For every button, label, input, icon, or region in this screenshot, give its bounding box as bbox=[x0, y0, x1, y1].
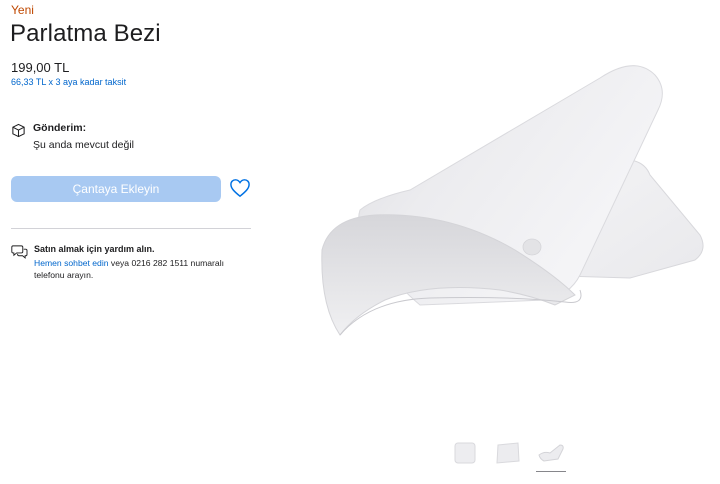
chat-bubbles-icon bbox=[11, 245, 28, 259]
product-title: Parlatma Bezi bbox=[10, 20, 161, 47]
product-image bbox=[321, 65, 704, 336]
cloth-flat-icon bbox=[454, 442, 476, 464]
cloth-angle-icon bbox=[496, 442, 520, 464]
delivery-section: Gönderim: Şu anda mevcut değil bbox=[11, 122, 134, 151]
delivery-status: Şu anda mevcut değil bbox=[33, 139, 134, 151]
help-body: Hemen sohbet edin veya 0216 282 1511 num… bbox=[34, 257, 239, 281]
chat-link[interactable]: Hemen sohbet edin bbox=[34, 258, 109, 268]
add-to-bag-button[interactable]: Çantaya Ekleyin bbox=[11, 176, 221, 202]
delivery-label: Gönderim: bbox=[33, 122, 87, 134]
section-divider bbox=[11, 228, 251, 229]
heart-icon[interactable] bbox=[229, 178, 251, 198]
installment-info[interactable]: 66,33 TL x 3 aya kadar taksit bbox=[11, 77, 126, 87]
thumbnail-1[interactable] bbox=[450, 438, 480, 468]
help-heading: Satın almak için yardım alın. bbox=[34, 244, 155, 254]
gallery-thumbnails bbox=[450, 438, 579, 472]
box-icon bbox=[12, 123, 25, 138]
product-price: 199,00 TL bbox=[11, 60, 70, 75]
thumbnail-2[interactable] bbox=[493, 438, 523, 468]
thumbnail-3[interactable] bbox=[536, 438, 566, 472]
help-section: Satın almak için yardım alın. Hemen sohb… bbox=[11, 244, 239, 281]
cloth-folded-icon bbox=[538, 443, 564, 462]
new-badge: Yeni bbox=[11, 3, 34, 17]
